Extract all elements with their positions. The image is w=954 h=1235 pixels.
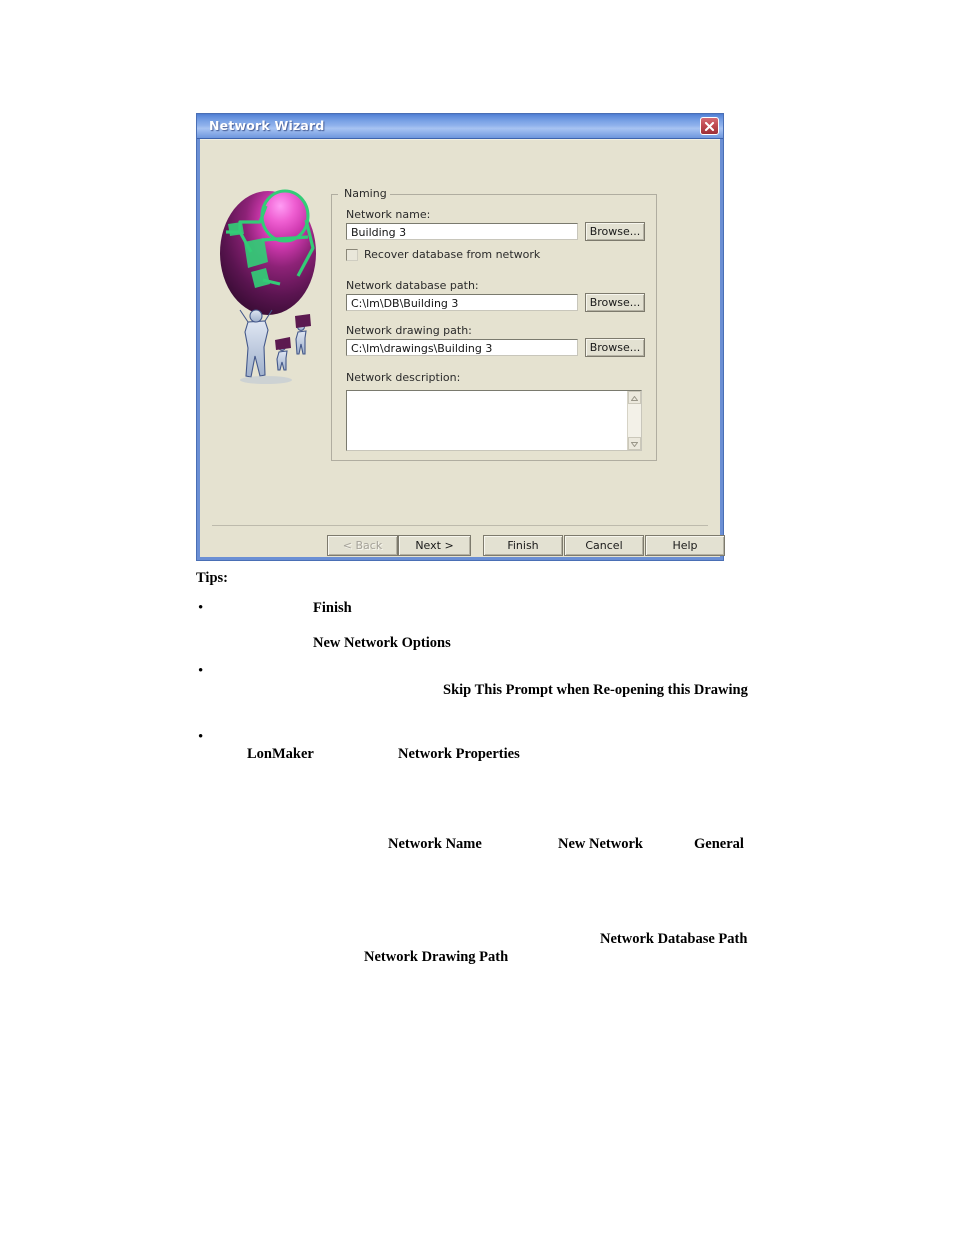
scroll-up-icon[interactable] — [628, 391, 641, 404]
description-scrollbar[interactable] — [627, 391, 641, 450]
tip-line-finish: Finish — [313, 600, 352, 616]
tip-line-general: General — [694, 836, 744, 852]
tip-line-new-network-options: New Network Options — [313, 635, 451, 651]
next-button[interactable]: Next > — [398, 535, 471, 556]
bullet-1: • — [198, 600, 204, 616]
browse-network-name-button[interactable]: Browse... — [585, 222, 645, 241]
scroll-down-icon[interactable] — [628, 437, 641, 450]
browse-network-drawing-path-button[interactable]: Browse... — [585, 338, 645, 357]
help-button[interactable]: Help — [645, 535, 725, 556]
tip-line-skip-prompt: Skip This Prompt when Re-opening this Dr… — [443, 682, 748, 698]
tips-heading: Tips: — [196, 570, 228, 586]
recover-database-label: Recover database from network — [364, 248, 541, 261]
network-name-label: Network name: — [346, 208, 431, 221]
browse-network-database-path-button[interactable]: Browse... — [585, 293, 645, 312]
tip-line-network-name: Network Name — [388, 836, 482, 852]
network-description-label: Network description: — [346, 371, 461, 384]
naming-group-box: Naming Network name: Building 3 Browse..… — [331, 187, 657, 461]
network-name-input[interactable]: Building 3 — [346, 223, 578, 240]
network-wizard-dialog: Network Wizard Naming Network name: Buil… — [196, 113, 725, 561]
footer-divider — [212, 525, 708, 526]
network-database-path-label: Network database path: — [346, 279, 479, 292]
network-globe-illustration — [218, 180, 317, 392]
tip-line-network-drawing-path: Network Drawing Path — [364, 949, 509, 965]
finish-button[interactable]: Finish — [483, 535, 563, 556]
dialog-titlebar[interactable]: Network Wizard — [197, 114, 723, 139]
tip-line-network-database-path: Network Database Path — [600, 931, 748, 947]
back-button[interactable]: < Back — [327, 535, 398, 556]
naming-group-legend: Naming — [341, 187, 390, 200]
tip-line-network-properties: Network Properties — [398, 746, 520, 762]
network-drawing-path-label: Network drawing path: — [346, 324, 472, 337]
recover-database-checkbox[interactable] — [346, 248, 358, 261]
close-icon[interactable] — [700, 117, 719, 135]
recover-database-checkbox-row[interactable]: Recover database from network — [346, 248, 540, 261]
group-border-top-left — [331, 194, 338, 195]
network-description-textarea[interactable] — [346, 390, 642, 451]
dialog-title: Network Wizard — [209, 118, 325, 133]
tip-line-new-network: New Network — [558, 836, 643, 852]
network-drawing-path-input[interactable]: C:\lm\drawings\Building 3 — [346, 339, 578, 356]
bullet-3: • — [198, 729, 204, 745]
tip-line-lonmaker: LonMaker — [247, 746, 314, 762]
group-border-top-right — [385, 194, 657, 195]
bullet-2: • — [198, 663, 204, 679]
dialog-body: Naming Network name: Building 3 Browse..… — [200, 139, 725, 557]
network-database-path-input[interactable]: C:\lm\DB\Building 3 — [346, 294, 578, 311]
cancel-button[interactable]: Cancel — [564, 535, 644, 556]
